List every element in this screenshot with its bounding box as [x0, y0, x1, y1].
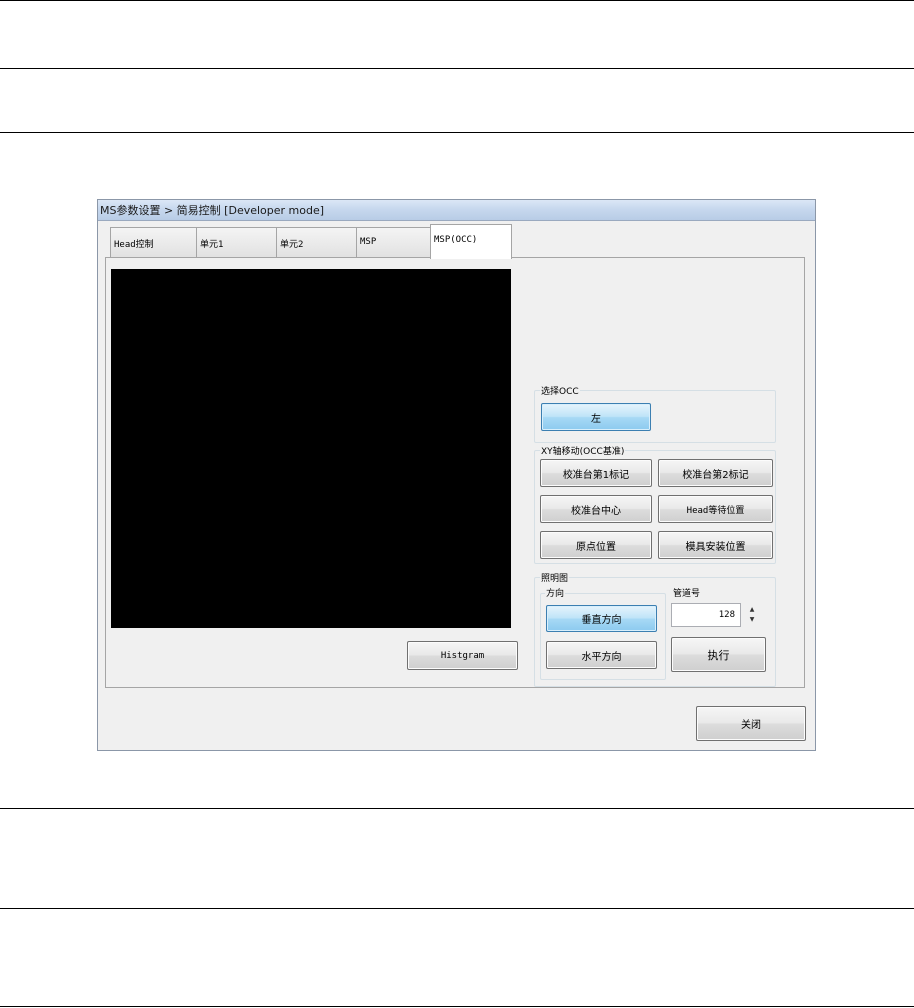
calib-stage-mark2-button[interactable]: 校准台第2标记	[658, 459, 773, 487]
camera-view	[111, 269, 511, 628]
ms-settings-window: MS参数设置 > 简易控制 [Developer mode] Head控制 单元…	[97, 199, 816, 751]
histgram-button[interactable]: Histgram	[407, 641, 518, 670]
vertical-direction-button[interactable]: 垂直方向	[546, 605, 657, 632]
select-occ-label: 选择OCC	[540, 384, 580, 397]
bottom-divider	[0, 1006, 914, 1007]
xy-move-label: XY轴移动(OCC基准)	[540, 444, 626, 457]
calib-stage-mark1-button[interactable]: 校准台第1标记	[540, 459, 652, 487]
direction-label: 方向	[545, 586, 566, 599]
horizontal-direction-button[interactable]: 水平方向	[546, 641, 657, 669]
calib-stage-center-button[interactable]: 校准台中心	[540, 495, 652, 523]
channel-down-icon[interactable]: ▼	[746, 614, 758, 624]
mold-install-position-button[interactable]: 模具安装位置	[658, 531, 773, 559]
divider-2	[0, 132, 914, 133]
divider-1	[0, 68, 914, 69]
divider-3	[0, 808, 914, 809]
close-button[interactable]: 关闭	[696, 706, 806, 741]
tab-head-control[interactable]: Head控制	[110, 227, 197, 258]
head-wait-position-button[interactable]: Head等待位置	[658, 495, 773, 523]
window-title: MS参数设置 > 简易控制 [Developer mode]	[100, 204, 325, 217]
tab-msp[interactable]: MSP	[356, 227, 431, 258]
channel-up-icon[interactable]: ▲	[746, 604, 758, 614]
top-divider	[0, 0, 914, 1]
channel-label: 管道号	[672, 586, 702, 599]
divider-4	[0, 908, 914, 909]
origin-position-button[interactable]: 原点位置	[540, 531, 652, 559]
tab-unit-2[interactable]: 单元2	[276, 227, 357, 258]
channel-number-input[interactable]	[671, 603, 741, 627]
title-bar[interactable]: MS参数设置 > 简易控制 [Developer mode]	[98, 200, 815, 221]
occ-left-button[interactable]: 左	[541, 403, 651, 431]
tab-unit-1[interactable]: 单元1	[196, 227, 277, 258]
tab-msp-occ[interactable]: MSP(OCC)	[430, 224, 512, 259]
execute-button[interactable]: 执行	[671, 637, 766, 672]
lighting-label: 照明图	[540, 571, 570, 584]
